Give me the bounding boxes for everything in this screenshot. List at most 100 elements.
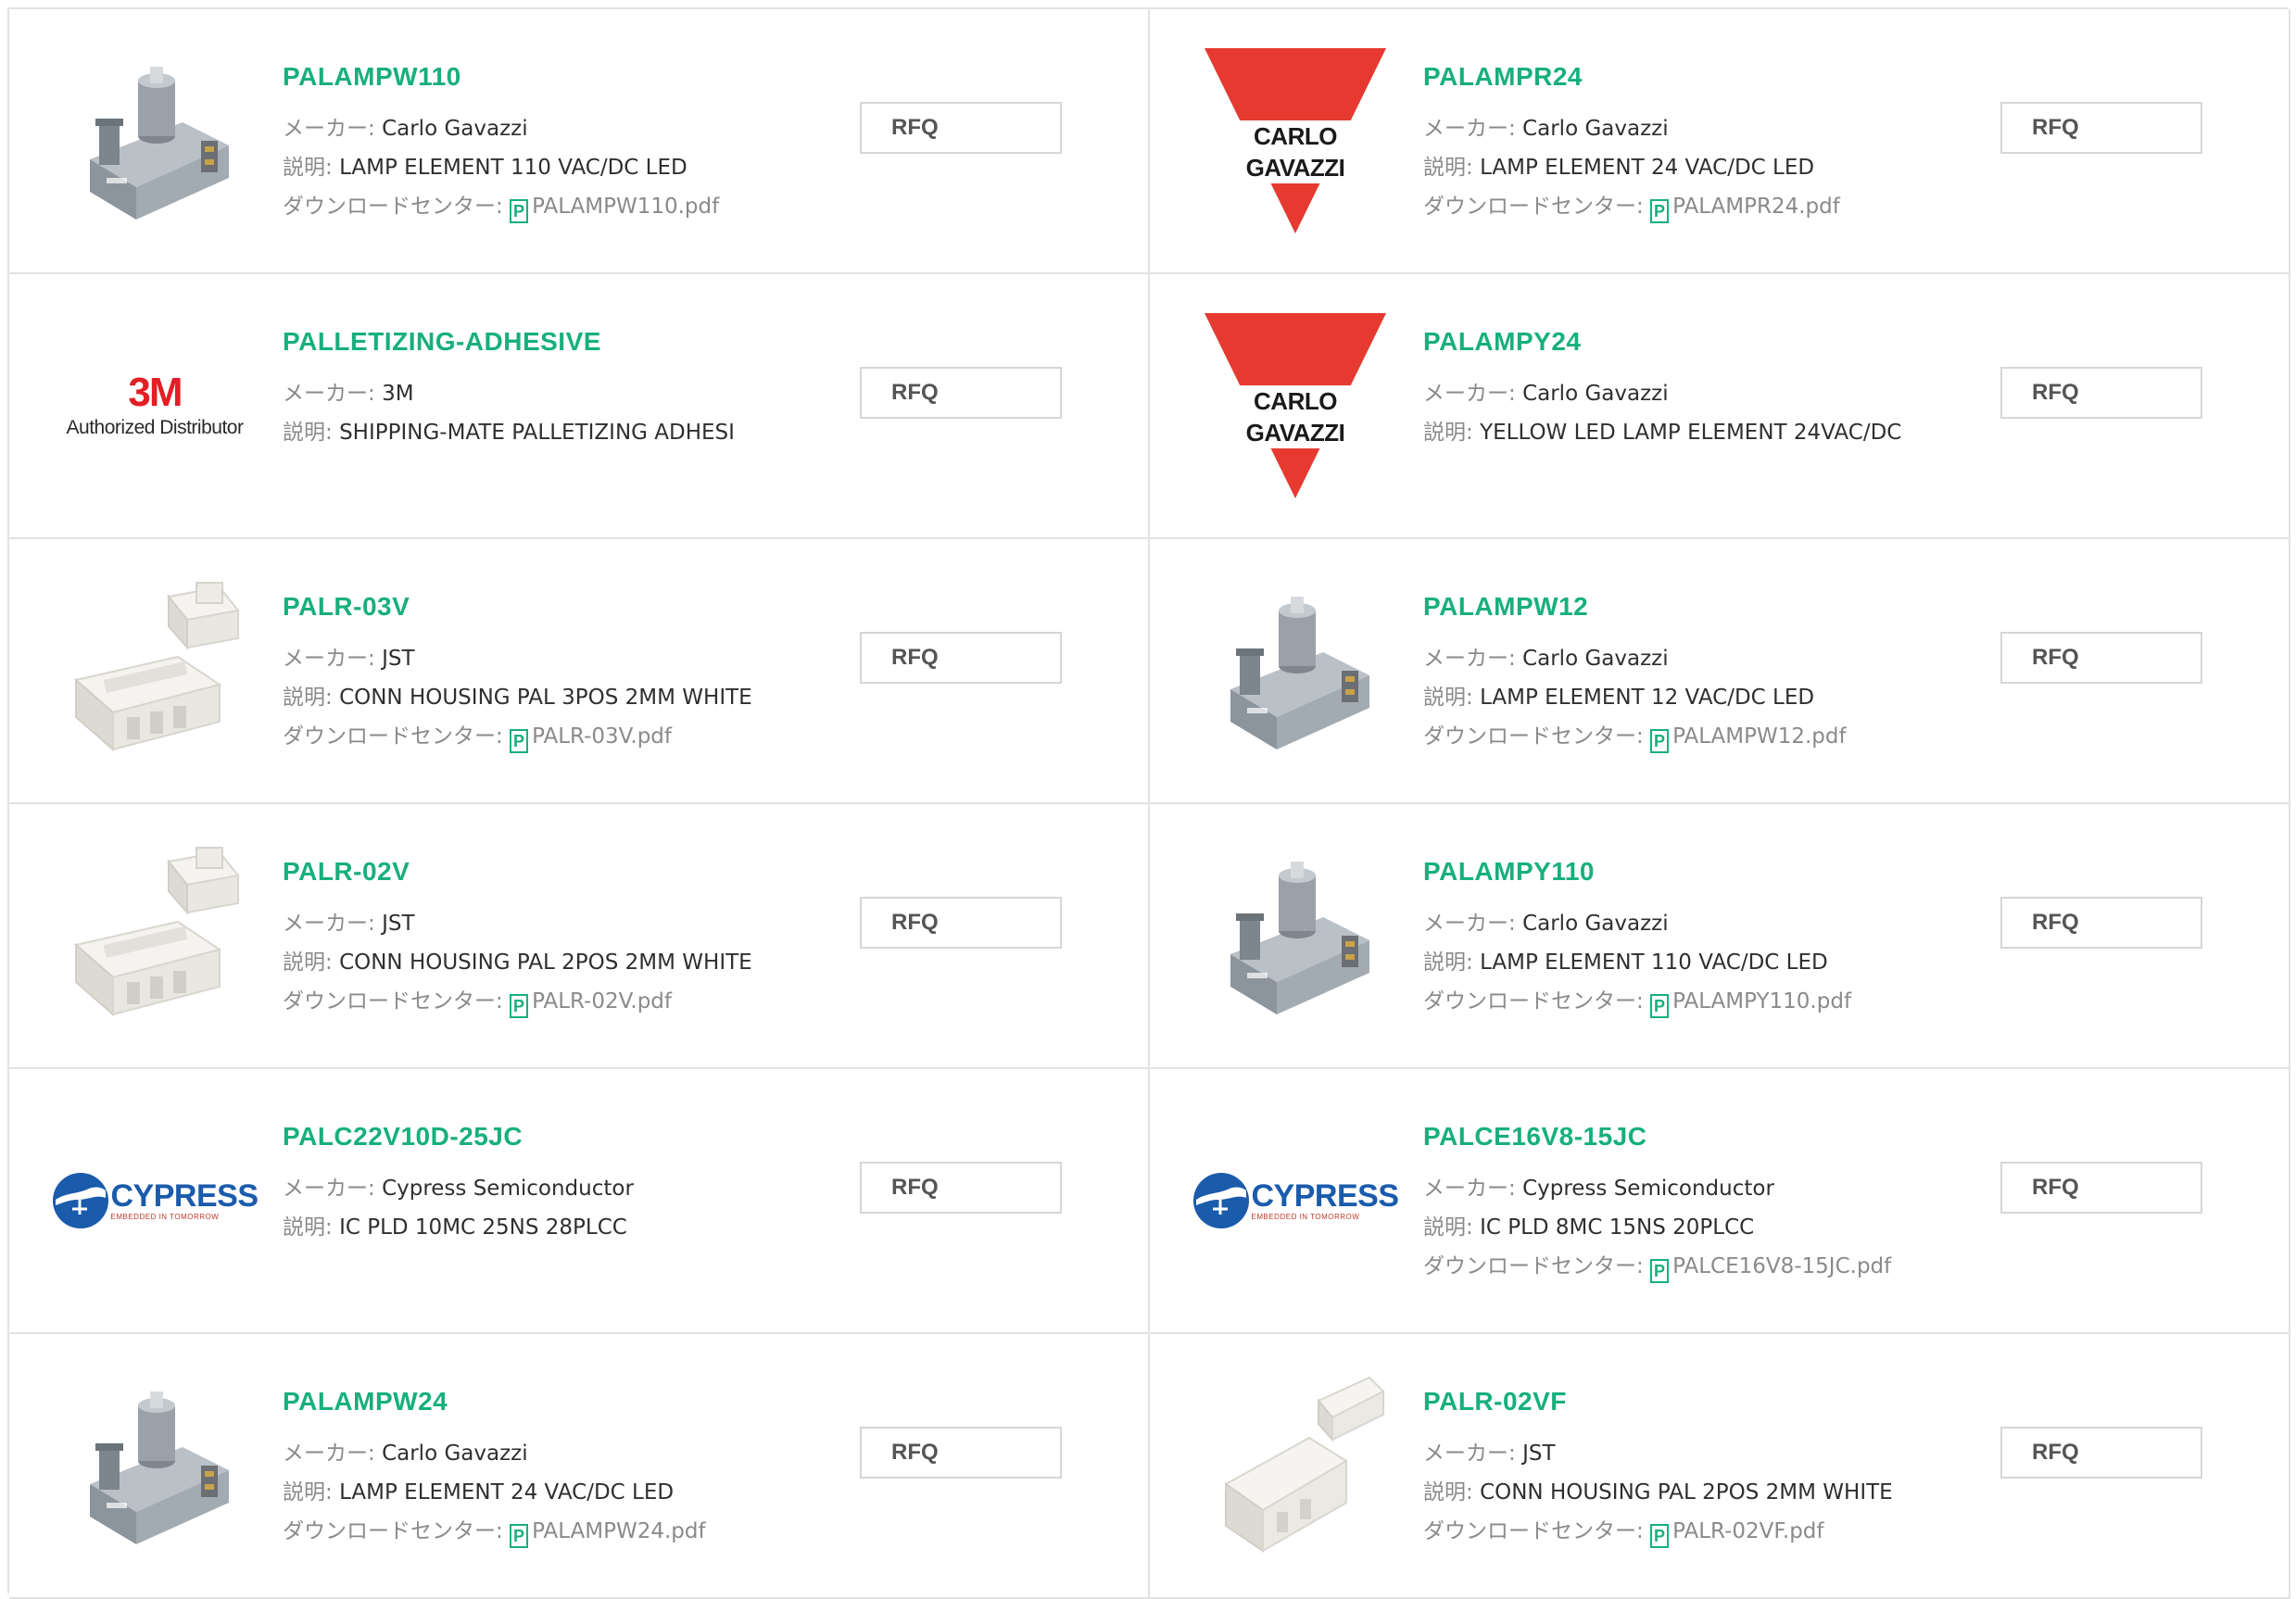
rfq-button[interactable]: RFQ — [2000, 632, 2202, 684]
product-name-link[interactable]: PALR-02V — [283, 856, 752, 888]
product-thumbnail[interactable]: 3M Authorized Distributor — [57, 313, 252, 498]
product-thumbnail[interactable]: CYPRESS EMBEDDED IN TOMORROW — [1192, 1108, 1399, 1293]
product-info: PALAMPW110 メーカー: Carlo Gavazzi 説明: LAMP EL… — [283, 61, 719, 226]
rfq-button[interactable]: RFQ — [860, 897, 1062, 949]
product-card: CYPRESS EMBEDDED IN TOMORROW PALC22V10D-… — [9, 1069, 1150, 1334]
description-label: 説明: — [283, 1480, 340, 1505]
product-name-link[interactable]: PALAMPY110 — [1423, 856, 1851, 888]
pdf-download-link[interactable]: P PALAMPY110.pdf — [1650, 989, 1851, 1018]
connector-housing-image[interactable] — [57, 578, 252, 763]
description-label: 説明: — [1423, 686, 1481, 710]
product-info: PALAMPR24 メーカー: Carlo Gavazzi 説明: LAMP ELE… — [1423, 61, 1840, 226]
rfq-button[interactable]: RFQ — [860, 1427, 1062, 1479]
cypress-logo[interactable]: CYPRESS EMBEDDED IN TOMORROW — [52, 1172, 259, 1229]
description-label: 説明: — [1423, 951, 1481, 975]
description-value: YELLOW LED LAMP ELEMENT 24VAC/DC — [1480, 421, 1902, 445]
maker-line: メーカー: Cypress Semiconductor — [1423, 1169, 1891, 1208]
product-thumbnail[interactable] — [57, 48, 252, 233]
carlo-gavazzi-wordmark: CARLO GAVAZZI — [1205, 385, 1386, 448]
description-label: 説明: — [1423, 1215, 1481, 1240]
connector-housing-image[interactable] — [57, 843, 252, 1028]
cypress-wordmark: CYPRESS — [110, 1178, 259, 1214]
pdf-download-link[interactable]: P PALAMPR24.pdf — [1650, 195, 1840, 223]
product-thumbnail[interactable] — [57, 1373, 252, 1558]
rfq-button[interactable]: RFQ — [860, 632, 1062, 684]
product-thumbnail[interactable] — [1198, 578, 1393, 763]
maker-value: JST — [382, 647, 415, 671]
rfq-button[interactable]: RFQ — [2000, 1162, 2202, 1214]
pdf-download-link[interactable]: P PALAMPW24.pdf — [510, 1519, 706, 1548]
description-line: 説明: IC PLD 10MC 25NS 28PLCC — [283, 1208, 634, 1247]
download-label: ダウンロードセンター: — [1423, 724, 1651, 749]
product-card: PALAMPW12 メーカー: Carlo Gavazzi 説明: LAMP ELE… — [1150, 539, 2290, 804]
3m-logo[interactable]: 3M Authorized Distributor — [67, 371, 244, 441]
product-name-link[interactable]: PALLETIZING-ADHESIVE — [283, 326, 735, 358]
product-name-link[interactable]: PALCE16V8-15JC — [1423, 1121, 1891, 1152]
pdf-download-link[interactable]: P PALR-02VF.pdf — [1650, 1519, 1824, 1548]
description-value: IC PLD 10MC 25NS 28PLCC — [339, 1215, 627, 1240]
cypress-wordmark: CYPRESS — [1251, 1178, 1400, 1214]
lamp-element-image[interactable] — [1203, 578, 1388, 763]
maker-line: メーカー: Carlo Gavazzi — [283, 109, 719, 148]
product-thumbnail[interactable] — [1198, 843, 1393, 1028]
pdf-download-link[interactable]: P PALR-03V.pdf — [510, 724, 672, 753]
rfq-button[interactable]: RFQ — [860, 102, 1062, 154]
carlo-gavazzi-logo[interactable]: CARLO GAVAZZI — [1205, 313, 1386, 498]
product-card: PALR-02VF メーカー: JST 説明: CONN HOUSING PAL 2… — [1150, 1334, 2290, 1599]
description-label: 説明: — [283, 156, 340, 180]
product-name-link[interactable]: PALAMPW12 — [1423, 591, 1847, 623]
rfq-button[interactable]: RFQ — [2000, 367, 2202, 419]
pdf-icon: P — [1650, 1259, 1670, 1283]
pdf-filename: PALAMPW12.pdf — [1672, 724, 1847, 749]
maker-value: Cypress Semiconductor — [1522, 1177, 1774, 1201]
maker-label: メーカー: — [283, 1177, 383, 1201]
maker-label: メーカー: — [1423, 912, 1523, 936]
maker-value: Cypress Semiconductor — [382, 1177, 634, 1201]
maker-line: メーカー: 3M — [283, 374, 735, 413]
maker-value: Carlo Gavazzi — [1522, 912, 1669, 936]
carlo-gavazzi-logo[interactable]: CARLO GAVAZZI — [1205, 48, 1386, 233]
rfq-button[interactable]: RFQ — [860, 367, 1062, 419]
product-thumbnail[interactable] — [57, 843, 252, 1028]
pdf-download-link[interactable]: P PALAMPW110.pdf — [510, 195, 719, 223]
product-name-link[interactable]: PALAMPW110 — [283, 61, 719, 93]
lamp-element-image[interactable] — [62, 48, 247, 233]
pdf-filename: PALAMPR24.pdf — [1672, 195, 1840, 219]
description-line: 説明: CONN HOUSING PAL 3POS 2MM WHITE — [283, 678, 752, 717]
description-line: 説明: IC PLD 8MC 15NS 20PLCC — [1423, 1208, 1891, 1247]
download-label: ダウンロードセンター: — [1423, 989, 1651, 1014]
product-name-link[interactable]: PALAMPY24 — [1423, 326, 1901, 358]
lamp-element-image[interactable] — [62, 1373, 247, 1558]
maker-value: JST — [1522, 1442, 1556, 1466]
description-label: 説明: — [1423, 1480, 1481, 1505]
cypress-logo[interactable]: CYPRESS EMBEDDED IN TOMORROW — [1192, 1172, 1399, 1229]
product-thumbnail[interactable]: CARLO GAVAZZI — [1198, 48, 1393, 233]
rfq-button[interactable]: RFQ — [2000, 897, 2202, 949]
description-label: 説明: — [283, 421, 340, 445]
connector-plug-image[interactable] — [1198, 1373, 1393, 1558]
description-value: LAMP ELEMENT 24 VAC/DC LED — [1480, 156, 1815, 180]
product-name-link[interactable]: PALAMPR24 — [1423, 61, 1840, 93]
product-name-link[interactable]: PALC22V10D-25JC — [283, 1121, 634, 1152]
product-name-link[interactable]: PALR-03V — [283, 591, 752, 623]
description-line: 説明: CONN HOUSING PAL 2POS 2MM WHITE — [1423, 1473, 1893, 1512]
rfq-button[interactable]: RFQ — [860, 1162, 1062, 1214]
product-name-link[interactable]: PALR-02VF — [1423, 1386, 1893, 1417]
rfq-button[interactable]: RFQ — [2000, 102, 2202, 154]
pdf-icon: P — [1650, 199, 1670, 223]
product-thumbnail[interactable]: CARLO GAVAZZI — [1198, 313, 1393, 498]
cypress-tagline: EMBEDDED IN TOMORROW — [110, 1213, 220, 1221]
description-value: LAMP ELEMENT 110 VAC/DC LED — [339, 156, 688, 180]
pdf-download-link[interactable]: P PALAMPW12.pdf — [1650, 724, 1847, 753]
pdf-download-link[interactable]: P PALCE16V8-15JC.pdf — [1650, 1254, 1891, 1283]
pdf-filename: PALR-03V.pdf — [532, 724, 672, 749]
lamp-element-image[interactable] — [1203, 843, 1388, 1028]
maker-label: メーカー: — [283, 382, 383, 406]
rfq-button[interactable]: RFQ — [2000, 1427, 2202, 1479]
pdf-download-link[interactable]: P PALR-02V.pdf — [510, 989, 672, 1018]
product-thumbnail[interactable] — [57, 578, 252, 763]
download-label: ダウンロードセンター: — [283, 989, 511, 1014]
product-name-link[interactable]: PALAMPW24 — [283, 1386, 706, 1417]
product-thumbnail[interactable] — [1198, 1373, 1393, 1558]
product-thumbnail[interactable]: CYPRESS EMBEDDED IN TOMORROW — [52, 1108, 259, 1293]
